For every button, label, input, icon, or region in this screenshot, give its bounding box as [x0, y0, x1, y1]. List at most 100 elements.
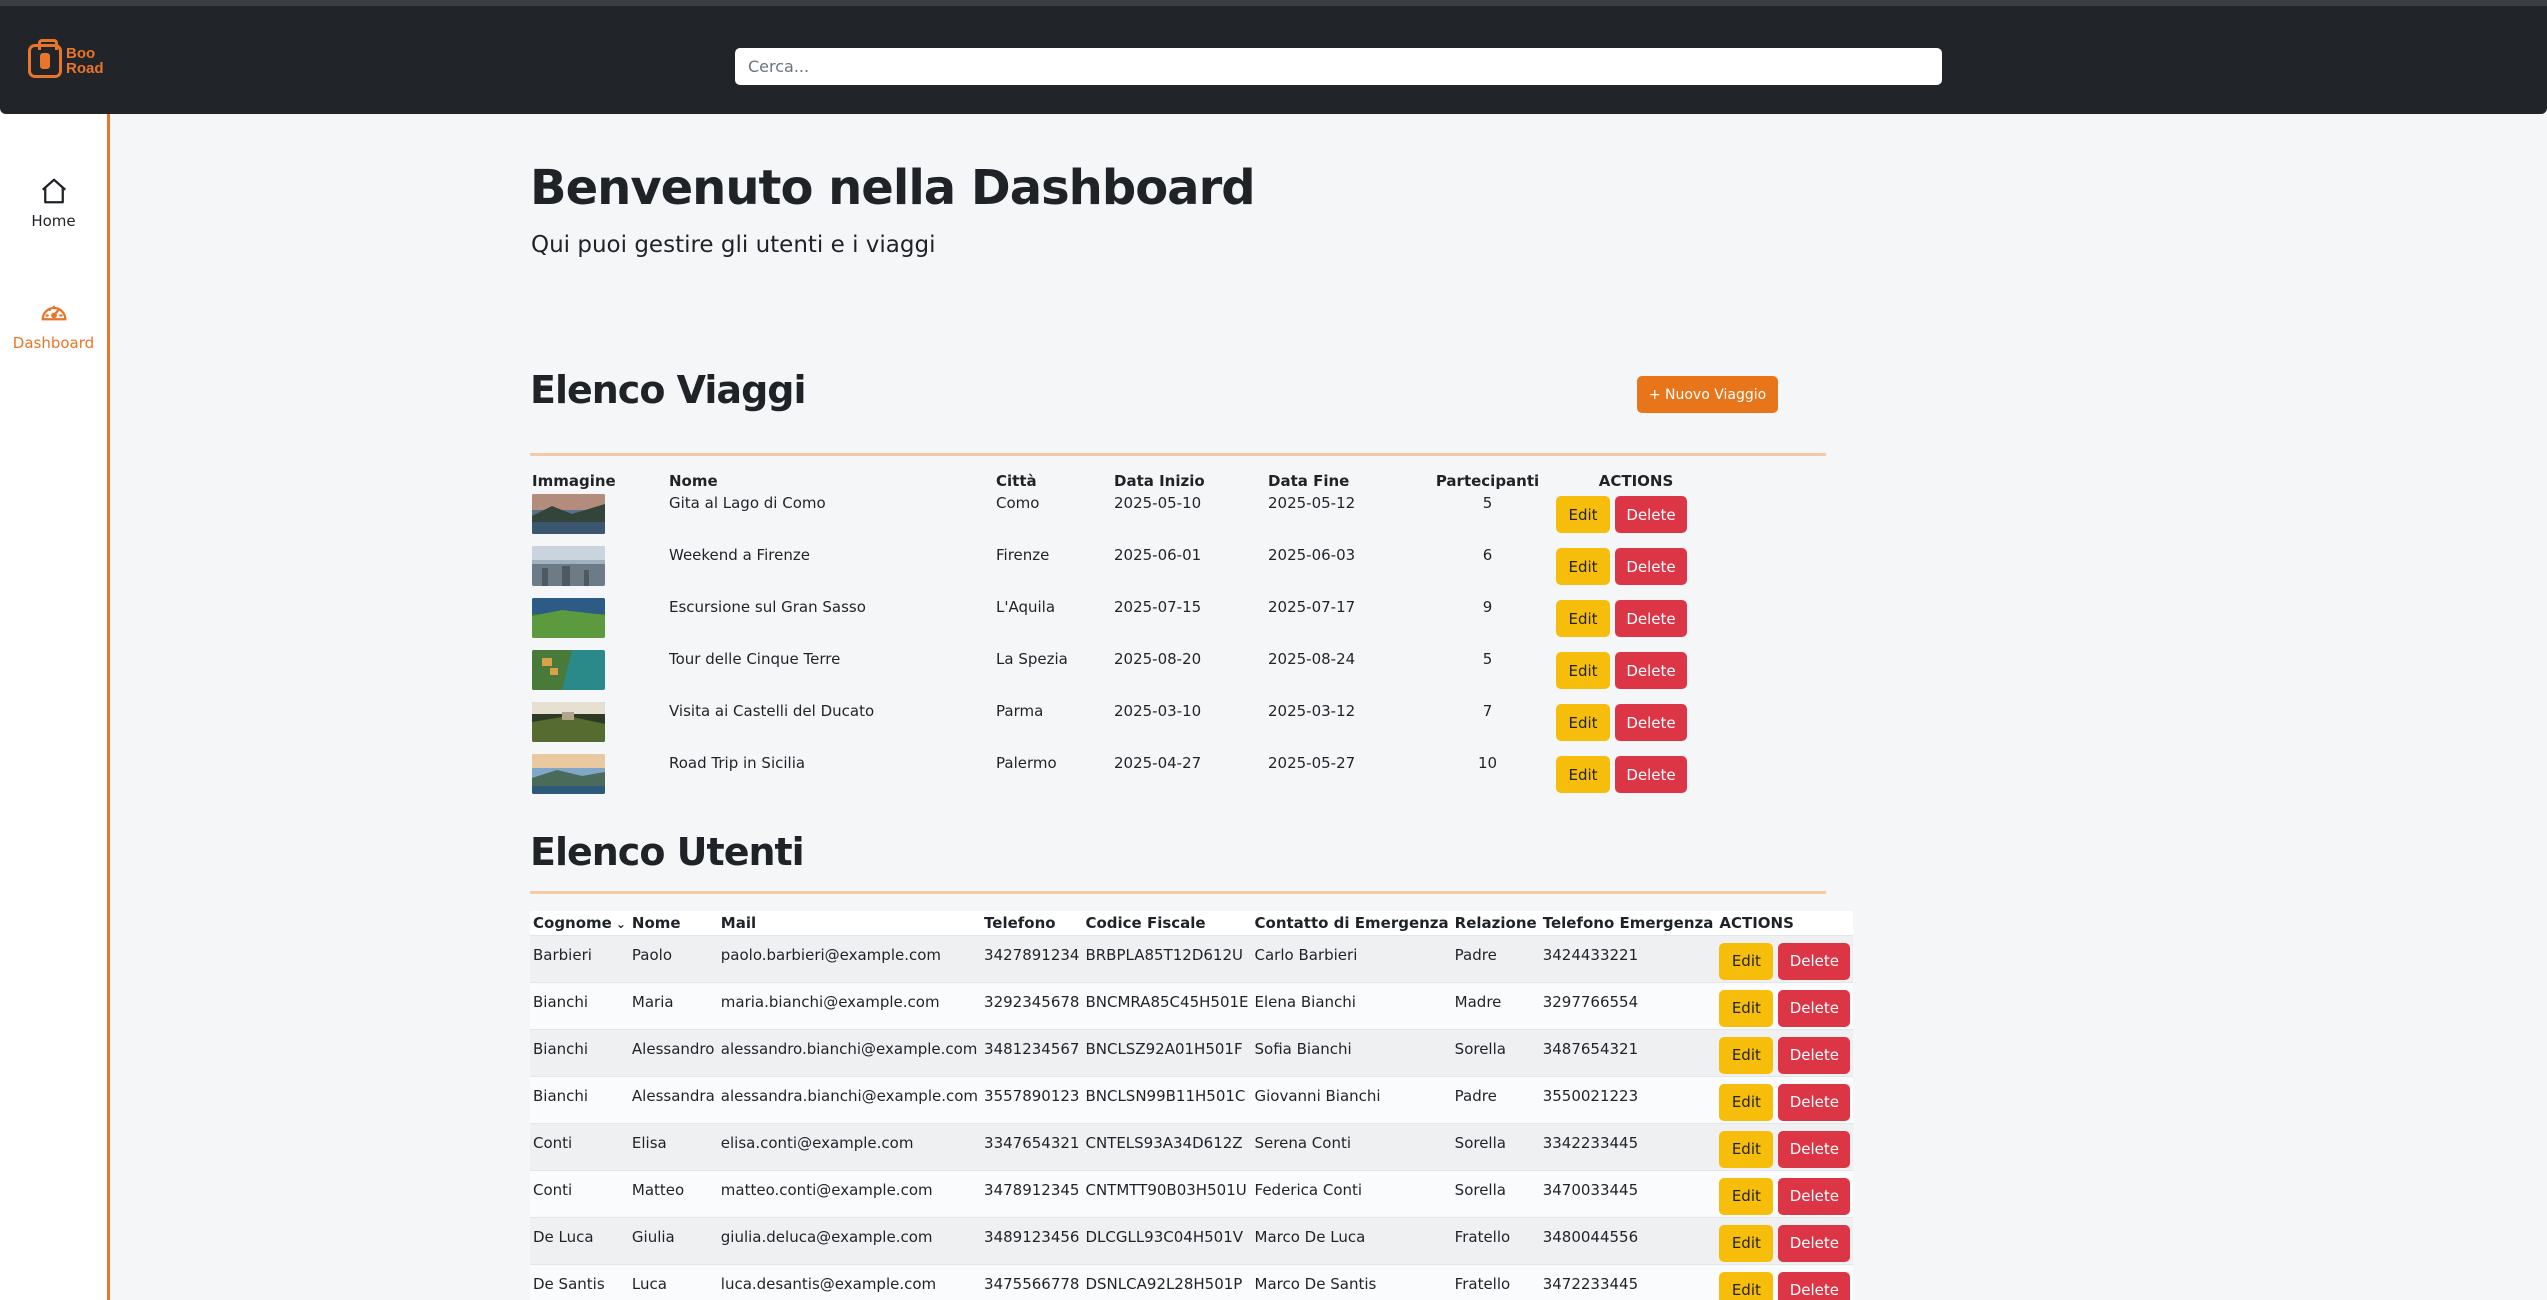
delete-button[interactable]: Delete: [1778, 1271, 1851, 1300]
trip-end: 2025-06-03: [1268, 546, 1356, 564]
user-emergency-contact: Marco De Santis: [1251, 1263, 1452, 1300]
user-emergency-phone: 3480044556: [1539, 1216, 1717, 1264]
delete-button[interactable]: Delete: [1615, 652, 1687, 689]
user-surname: De Santis: [530, 1263, 629, 1300]
table-row: Bianchi Maria maria.bianchi@example.com …: [530, 981, 1854, 1029]
user-fiscal-code: CNTMTT90B03H501U: [1082, 1169, 1252, 1217]
edit-button[interactable]: Edit: [1556, 652, 1610, 689]
edit-button[interactable]: Edit: [1719, 1177, 1774, 1215]
delete-button[interactable]: Delete: [1615, 756, 1687, 793]
user-name: Alessandra: [628, 1075, 718, 1123]
user-mail: elisa.conti@example.com: [717, 1122, 982, 1170]
table-row: Escursione sul Gran Sasso L'Aquila 2025-…: [530, 596, 1826, 648]
top-navbar: Boo Road: [0, 0, 2547, 114]
user-emergency-contact: Giovanni Bianchi: [1251, 1075, 1452, 1123]
trip-end: 2025-03-12: [1268, 702, 1356, 720]
edit-button[interactable]: Edit: [1719, 1036, 1774, 1074]
trip-name: Weekend a Firenze: [669, 546, 810, 564]
user-mail: matteo.conti@example.com: [717, 1169, 982, 1217]
user-emergency-phone: 3424433221: [1539, 934, 1717, 982]
user-phone: 3292345678: [981, 981, 1083, 1029]
table-row: Weekend a Firenze Firenze 2025-06-01 202…: [530, 544, 1826, 596]
delete-button[interactable]: Delete: [1778, 989, 1851, 1027]
edit-button[interactable]: Edit: [1556, 704, 1610, 741]
user-emergency-phone: 3550021223: [1539, 1075, 1717, 1123]
trip-name: Road Trip in Sicilia: [669, 754, 806, 772]
trip-start: 2025-05-10: [1114, 494, 1202, 512]
users-header-row: Cognome ⌄ Nome Mail Telefono Codice Fisca…: [530, 911, 1854, 935]
trip-city: Como: [996, 494, 1040, 512]
column-header: Immagine: [532, 472, 616, 490]
trip-city: Palermo: [996, 754, 1057, 772]
trips-section-title: Elenco Viaggi: [530, 368, 807, 412]
edit-button[interactable]: Edit: [1719, 1271, 1774, 1300]
trip-participants: 5: [1482, 494, 1493, 512]
trip-participants: 6: [1482, 546, 1493, 564]
suitcase-logo-icon: [28, 39, 62, 78]
trip-name: Gita al Lago di Como: [669, 494, 826, 512]
delete-button[interactable]: Delete: [1778, 1083, 1851, 1121]
new-trip-button[interactable]: + Nuovo Viaggio: [1637, 376, 1778, 413]
table-row: Road Trip in Sicilia Palermo 2025-04-27 …: [530, 752, 1826, 804]
column-header: Telefono Emergenza: [1539, 911, 1717, 935]
sidebar-item-home[interactable]: Home: [0, 176, 107, 230]
user-fiscal-code: BNCMRA85C45H501E: [1082, 981, 1252, 1029]
user-name: Matteo: [628, 1169, 718, 1217]
trips-header-row: Immagine Nome Città Data Inizio Data Fin…: [530, 472, 1826, 492]
page-title: Benvenuto nella Dashboard: [530, 160, 1256, 216]
user-phone: 3478912345: [981, 1169, 1083, 1217]
users-table: Cognome ⌄ Nome Mail Telefono Codice Fisca…: [530, 911, 1854, 1300]
trip-name: Visita ai Castelli del Ducato: [669, 702, 875, 720]
user-emergency-contact: Carlo Barbieri: [1251, 934, 1452, 982]
trip-start: 2025-06-01: [1114, 546, 1202, 564]
delete-button[interactable]: Delete: [1778, 942, 1851, 980]
search-input[interactable]: [735, 48, 1942, 85]
edit-button[interactable]: Edit: [1719, 1083, 1774, 1121]
user-surname: Bianchi: [530, 981, 629, 1029]
delete-button[interactable]: Delete: [1778, 1224, 1851, 1262]
edit-button[interactable]: Edit: [1556, 496, 1610, 533]
brand-name: Boo Road: [66, 45, 104, 77]
user-emergency-phone: 3342233445: [1539, 1122, 1717, 1170]
edit-button[interactable]: Edit: [1719, 942, 1774, 980]
user-phone: 3481234567: [981, 1028, 1083, 1076]
user-surname: Barbieri: [530, 934, 629, 982]
user-fiscal-code: BNCLSZ92A01H501F: [1082, 1028, 1252, 1076]
column-header: Data Fine: [1268, 472, 1350, 490]
delete-button[interactable]: Delete: [1615, 600, 1687, 637]
user-name: Luca: [628, 1263, 718, 1300]
edit-button[interactable]: Edit: [1556, 548, 1610, 585]
users-divider: [530, 891, 1826, 894]
delete-button[interactable]: Delete: [1778, 1177, 1851, 1215]
user-fiscal-code: DLCGLL93C04H501V: [1082, 1216, 1252, 1264]
users-section-title: Elenco Utenti: [530, 830, 805, 874]
user-fiscal-code: BRBPLA85T12D612U: [1082, 934, 1252, 982]
user-mail: luca.desantis@example.com: [717, 1263, 982, 1300]
column-header: ACTIONS: [1598, 472, 1674, 490]
table-row: De Luca Giulia giulia.deluca@example.com…: [530, 1216, 1854, 1264]
delete-button[interactable]: Delete: [1615, 548, 1687, 585]
brand-logo[interactable]: Boo Road: [28, 39, 104, 78]
sidebar-item-dashboard[interactable]: Dashboard: [0, 298, 107, 352]
user-phone: 3475566778: [981, 1263, 1083, 1300]
edit-button[interactable]: Edit: [1719, 1224, 1774, 1262]
delete-button[interactable]: Delete: [1778, 1130, 1851, 1168]
user-emergency-phone: 3297766554: [1539, 981, 1717, 1029]
edit-button[interactable]: Edit: [1556, 600, 1610, 637]
trip-city: Firenze: [996, 546, 1050, 564]
user-phone: 3347654321: [981, 1122, 1083, 1170]
user-name: Alessandro: [628, 1028, 718, 1076]
edit-button[interactable]: Edit: [1719, 989, 1774, 1027]
column-header-sortable[interactable]: Cognome ⌄: [530, 911, 629, 935]
edit-button[interactable]: Edit: [1719, 1130, 1774, 1168]
delete-button[interactable]: Delete: [1615, 496, 1687, 533]
user-phone: 3427891234: [981, 934, 1083, 982]
delete-button[interactable]: Delete: [1778, 1036, 1851, 1074]
user-fiscal-code: BNCLSN99B11H501C: [1082, 1075, 1252, 1123]
user-emergency-contact: Federica Conti: [1251, 1169, 1452, 1217]
user-relation: Fratello: [1451, 1263, 1540, 1300]
edit-button[interactable]: Edit: [1556, 756, 1610, 793]
trip-name: Escursione sul Gran Sasso: [669, 598, 866, 616]
user-relation: Padre: [1451, 934, 1540, 982]
delete-button[interactable]: Delete: [1615, 704, 1687, 741]
